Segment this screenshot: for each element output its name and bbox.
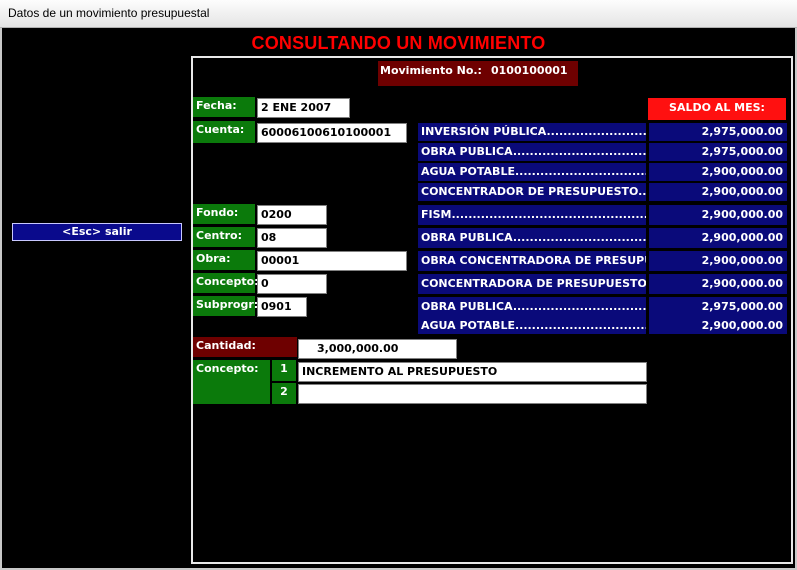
- saldo-row-name: OBRA CONCENTRADORA DE PRESUPUESTO: [418, 251, 646, 271]
- cantidad-label: Cantidad:: [193, 337, 297, 357]
- window-title: Datos de un movimiento presupuestal: [8, 6, 210, 20]
- saldo-row-name: OBRA PUBLICA............................…: [418, 228, 646, 248]
- saldo-row-amount: 2,900,000.00: [649, 183, 787, 201]
- movement-label: Movimiento No.:: [380, 64, 482, 77]
- fecha-label: Fecha:: [193, 97, 255, 117]
- saldo-row-name: AGUA POTABLE............................…: [418, 163, 646, 181]
- saldo-row-name: INVERSIÓN PÚBLICA.......................…: [418, 123, 646, 141]
- saldo-row-amount: 2,900,000.00: [649, 251, 787, 271]
- cantidad-field[interactable]: 3,000,000.00: [298, 339, 457, 359]
- saldo-row-amount: 2,900,000.00: [649, 163, 787, 181]
- concepto-line-number: 1: [272, 360, 296, 381]
- subprogr-label: Subprogr:: [193, 296, 258, 316]
- concepto-label: Concepto:: [193, 273, 259, 293]
- saldo-row-amount: 2,900,000.00: [649, 274, 787, 294]
- movement-number: 0100100001: [491, 64, 568, 77]
- saldo-row-amount: 2,975,000.00: [649, 297, 787, 317]
- saldo-row-name: FISM....................................…: [418, 205, 646, 225]
- concepto-line-1-field[interactable]: INCREMENTO AL PRESUPUESTO: [298, 362, 647, 382]
- fondo-label: Fondo:: [193, 204, 255, 224]
- concepto-line-2-field[interactable]: [298, 384, 647, 404]
- saldo-row-name: OBRA PUBLICA............................…: [418, 143, 646, 161]
- fecha-field[interactable]: 2 ENE 2007: [257, 98, 350, 118]
- saldo-row-amount: 2,975,000.00: [649, 123, 787, 141]
- window-titlebar: Datos de un movimiento presupuestal: [0, 0, 797, 28]
- saldo-header: SALDO AL MES:: [648, 98, 786, 120]
- concepto-line-number: 2: [272, 383, 296, 404]
- saldo-row-amount: 2,975,000.00: [649, 143, 787, 161]
- page-title: CONSULTANDO UN MOVIMIENTO: [251, 33, 546, 53]
- saldo-row-amount: 2,900,000.00: [649, 228, 787, 248]
- cuenta-field[interactable]: 60006100610100001: [257, 123, 407, 143]
- centro-label: Centro:: [193, 227, 255, 247]
- obra-label: Obra:: [193, 250, 255, 270]
- esc-exit-button[interactable]: <Esc> salir: [12, 223, 182, 241]
- obra-field[interactable]: 00001: [257, 251, 407, 271]
- concepto-field[interactable]: 0: [257, 274, 327, 294]
- saldo-row-name: AGUA POTABLE............................…: [418, 317, 646, 334]
- subprogr-field[interactable]: 0901: [257, 297, 307, 317]
- saldo-row-name: OBRA PUBLICA............................…: [418, 297, 646, 317]
- saldo-row-name: CONCENTRADOR DE PRESUPUESTO.............…: [418, 183, 646, 201]
- saldo-row-name: CONCENTRADORA DE PRESUPUESTO............…: [418, 274, 646, 294]
- concepto-text-label: Concepto:: [193, 360, 270, 404]
- saldo-row-amount: 2,900,000.00: [649, 317, 787, 334]
- cuenta-label: Cuenta:: [193, 121, 255, 143]
- fondo-field[interactable]: 0200: [257, 205, 327, 225]
- centro-field[interactable]: 08: [257, 228, 327, 248]
- movement-number-box: Movimiento No.: 0100100001: [378, 61, 578, 86]
- saldo-row-amount: 2,900,000.00: [649, 205, 787, 225]
